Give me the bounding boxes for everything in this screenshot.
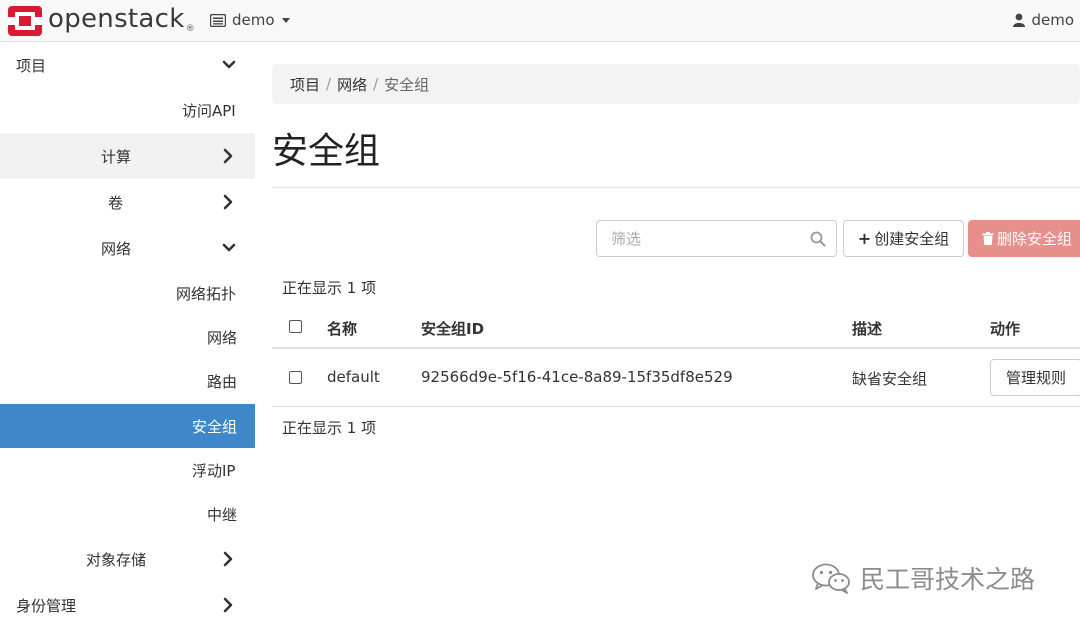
openstack-logo[interactable]: openstack ® [8, 4, 195, 36]
create-button-label: 创建安全组 [874, 230, 950, 248]
item-count-top: 正在显示 1 项 [282, 279, 377, 297]
sidebar-item-network-topology[interactable]: 网络拓扑 [0, 271, 255, 315]
sidebar-item-label: 计算 [101, 148, 132, 166]
breadcrumb-item-project[interactable]: 项目 [290, 74, 320, 95]
chevron-down-icon [222, 60, 236, 69]
select-all-checkbox[interactable] [289, 320, 302, 333]
filter-input[interactable] [597, 221, 807, 256]
row-checkbox[interactable] [289, 371, 302, 384]
create-security-group-button[interactable]: + 创建安全组 [843, 220, 964, 257]
sidebar-item-label: 中继 [207, 506, 238, 524]
sidebar-item-label: 浮动IP [192, 462, 236, 480]
column-header-name[interactable]: 名称 [327, 318, 357, 339]
sidebar: 项目 访问API 计算 卷 网络 网络拓扑 网络 路由 安全组 浮动IP 中继 … [0, 42, 255, 628]
row-id: 92566d9e-5f16-41ce-8a89-15f35df8e529 [421, 368, 733, 386]
project-list-icon [210, 13, 226, 27]
chevron-right-icon [223, 597, 233, 613]
wechat-icon [812, 563, 850, 594]
sidebar-item-networks[interactable]: 网络 [0, 315, 255, 359]
item-count-bottom: 正在显示 1 项 [282, 419, 377, 437]
sidebar-item-project[interactable]: 项目 [0, 42, 255, 88]
sidebar-item-routers[interactable]: 路由 [0, 359, 255, 403]
user-icon [1013, 13, 1026, 27]
breadcrumb-separator: / [373, 75, 379, 93]
sidebar-item-label: 网络 [101, 240, 132, 258]
breadcrumb: 项目 / 网络 / 安全组 [272, 64, 1080, 104]
chevron-down-icon [222, 243, 236, 252]
sidebar-item-security-groups[interactable]: 安全组 [0, 404, 255, 448]
sidebar-item-floating-ips[interactable]: 浮动IP [0, 448, 255, 492]
table-header: 名称 安全组ID 描述 动作 [272, 306, 1080, 349]
logo-registered-mark: ® [185, 24, 195, 34]
title-divider [272, 187, 1080, 188]
sidebar-item-label: 访问API [182, 102, 236, 120]
caret-down-icon [281, 17, 290, 23]
breadcrumb-item-current: 安全组 [384, 75, 430, 94]
sidebar-item-label: 网络拓扑 [176, 285, 237, 303]
page-title: 安全组 [272, 131, 381, 172]
table-row: default 92566d9e-5f16-41ce-8a89-15f35df8… [272, 349, 1080, 407]
sidebar-item-label: 网络 [207, 329, 238, 347]
user-name: demo [1031, 11, 1074, 29]
user-menu[interactable]: demo [1013, 11, 1074, 29]
sidebar-item-volumes[interactable]: 卷 [0, 179, 255, 225]
delete-security-groups-button[interactable]: 删除安全组 [968, 220, 1080, 257]
logo-text: openstack [48, 4, 185, 34]
column-header-actions: 动作 [990, 320, 1021, 338]
chevron-right-icon [223, 194, 233, 210]
breadcrumb-separator: / [326, 75, 332, 93]
row-description: 缺省安全组 [852, 370, 928, 388]
plus-icon: + [857, 229, 872, 248]
project-dropdown[interactable]: demo [210, 11, 290, 29]
sidebar-item-identity[interactable]: 身份管理 [0, 582, 255, 628]
chevron-right-icon [223, 551, 233, 567]
sidebar-item-label: 身份管理 [16, 597, 77, 615]
search-icon[interactable] [810, 231, 826, 247]
sidebar-item-object-store[interactable]: 对象存储 [0, 536, 255, 582]
openstack-logo-icon [8, 6, 42, 36]
sidebar-item-label: 安全组 [192, 418, 238, 436]
chevron-right-icon [223, 148, 233, 164]
top-navbar: openstack ® demo demo [0, 0, 1080, 42]
watermark-text: 民工哥技术之路 [860, 565, 1036, 594]
sidebar-item-trunks[interactable]: 中继 [0, 492, 255, 536]
sidebar-item-label: 项目 [16, 57, 47, 75]
project-name: demo [232, 11, 275, 29]
manage-rules-label: 管理规则 [1005, 369, 1066, 387]
trash-icon [982, 232, 994, 245]
delete-button-label: 删除安全组 [997, 230, 1073, 248]
sidebar-item-label: 卷 [108, 194, 124, 212]
sidebar-item-network[interactable]: 网络 [0, 225, 255, 271]
sidebar-item-compute[interactable]: 计算 [0, 133, 255, 179]
column-header-description[interactable]: 描述 [852, 318, 882, 339]
sidebar-item-label: 对象存储 [86, 551, 147, 569]
manage-rules-button[interactable]: 管理规则 [990, 359, 1080, 396]
sidebar-item-access-api[interactable]: 访问API [0, 88, 255, 132]
sidebar-item-label: 路由 [207, 373, 238, 391]
watermark: 民工哥技术之路 [810, 560, 1035, 596]
column-header-id[interactable]: 安全组ID [421, 318, 484, 339]
row-name: default [327, 368, 380, 386]
breadcrumb-item-network[interactable]: 网络 [337, 74, 367, 95]
filter-box [596, 220, 837, 257]
